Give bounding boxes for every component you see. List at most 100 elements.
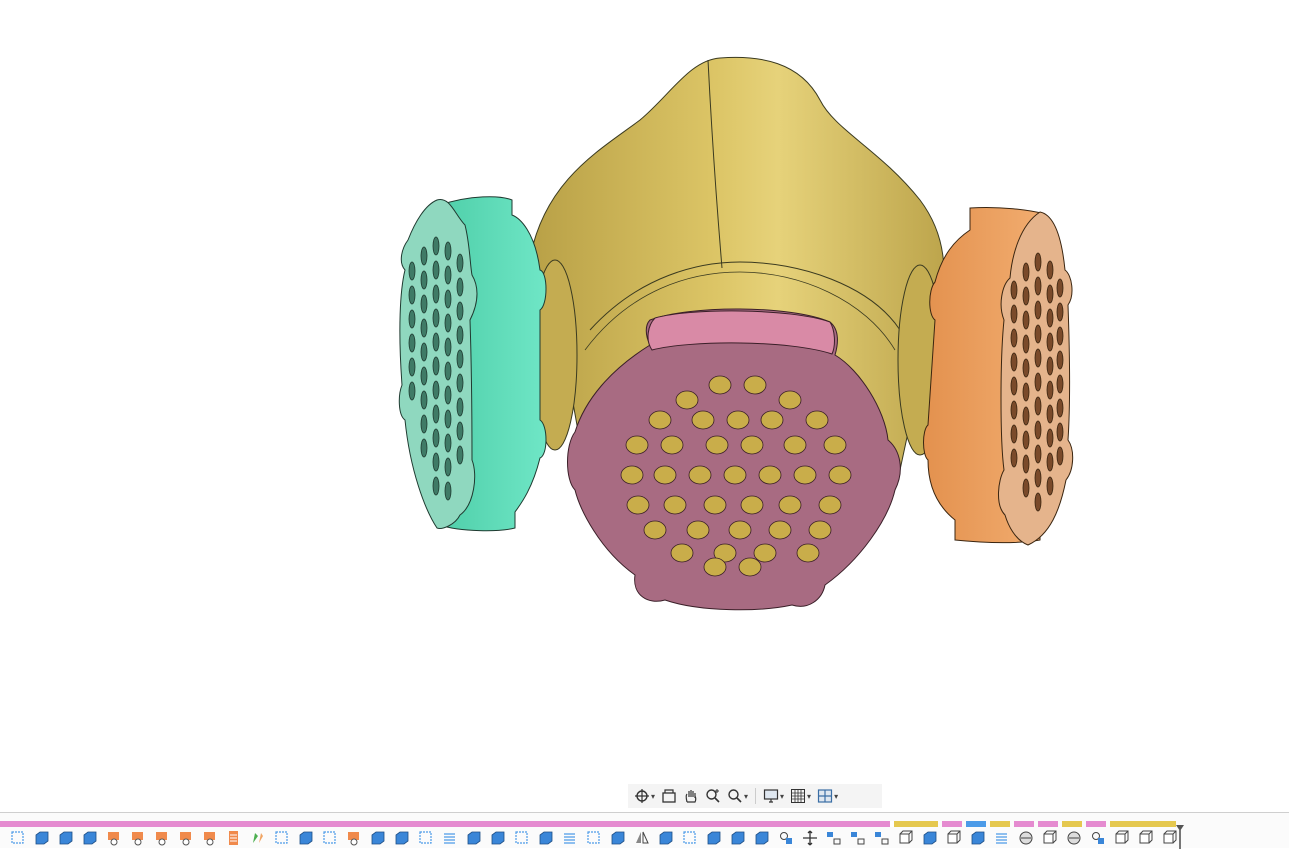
respirator-mask-model[interactable] (0, 0, 1289, 812)
3d-viewport[interactable] (0, 0, 1289, 812)
filter-hole (1056, 398, 1064, 418)
timeline-feature-25[interactable] (582, 829, 606, 847)
fit-button[interactable]: ▾ (725, 786, 750, 806)
viewports-button[interactable]: ▾ (815, 786, 840, 806)
timeline-feature-33[interactable] (774, 829, 798, 847)
hole-icon (156, 832, 167, 846)
filter-hole (1034, 252, 1042, 272)
filter-hole (432, 452, 440, 472)
timeline-feature-31[interactable] (726, 829, 750, 847)
timeline-feature-28[interactable] (654, 829, 678, 847)
display-settings-button[interactable]: ▾ (761, 786, 786, 806)
timeline-feature-40[interactable] (942, 829, 966, 847)
timeline-feature-29[interactable] (678, 829, 702, 847)
timeline-feature-12[interactable] (270, 829, 294, 847)
revolve-icon (108, 832, 119, 846)
timeline-feature-21[interactable] (486, 829, 510, 847)
timeline-feature-14[interactable] (318, 829, 342, 847)
orbit-icon (635, 789, 649, 803)
filter-hole (444, 457, 452, 477)
timeline-feature-10[interactable] (222, 829, 246, 847)
timeline-feature-26[interactable] (606, 829, 630, 847)
plane-icon (59, 831, 73, 845)
timeline-feature-3[interactable] (54, 829, 78, 847)
filter-hole (1034, 324, 1042, 344)
timeline-feature-17[interactable] (390, 829, 414, 847)
zoom-button[interactable] (703, 786, 723, 806)
extrude-icon (395, 831, 409, 845)
timeline-feature-45[interactable] (1062, 829, 1086, 847)
timeline-feature-36[interactable] (846, 829, 870, 847)
extrude-icon (539, 831, 553, 845)
filter-hole (1034, 492, 1042, 512)
filter-hole (408, 261, 416, 281)
timeline-feature-46[interactable] (1086, 829, 1110, 847)
filter-hole (1022, 382, 1030, 402)
filter-hole (1022, 454, 1030, 474)
timeline-feature-8[interactable] (174, 829, 198, 847)
timeline-feature-47[interactable] (1110, 829, 1134, 847)
filter-hole (456, 421, 464, 441)
timeline-feature-39[interactable] (918, 829, 942, 847)
timeline-feature-1[interactable] (6, 829, 30, 847)
timeline-feature-9[interactable] (198, 829, 222, 847)
timeline-group-segment (1014, 821, 1034, 827)
grid-settings-button[interactable]: ▾ (788, 786, 813, 806)
filter-hole (1046, 356, 1054, 376)
timeline-feature-11[interactable] (246, 829, 270, 847)
timeline-feature-30[interactable] (702, 829, 726, 847)
timeline-feature-43[interactable] (1014, 829, 1038, 847)
timeline-feature-37[interactable] (870, 829, 894, 847)
timeline-feature-24[interactable] (558, 829, 582, 847)
filter-hole (432, 380, 440, 400)
combine-icon (923, 831, 937, 845)
sketch-icon (275, 831, 288, 844)
pan-button[interactable] (681, 786, 701, 806)
timeline-feature-32[interactable] (750, 829, 774, 847)
timeline-feature-44[interactable] (1038, 829, 1062, 847)
filter-hole (1056, 350, 1064, 370)
timeline-feature-7[interactable] (150, 829, 174, 847)
filter-hole (1010, 424, 1018, 444)
timeline-feature-5[interactable] (102, 829, 126, 847)
filter-hole (408, 381, 416, 401)
timeline-feature-list (6, 829, 1182, 847)
filter-hole (808, 520, 832, 540)
timeline-feature-34[interactable] (798, 829, 822, 847)
move-icon (803, 830, 817, 846)
timeline-marker-icon[interactable] (1176, 825, 1184, 849)
filter-hole (703, 557, 727, 577)
box-icon (947, 830, 961, 844)
right-filter-cartridge[interactable] (923, 206, 1074, 546)
timeline-feature-15[interactable] (342, 829, 366, 847)
timeline-group-segment (890, 821, 894, 827)
filter-hole (660, 435, 684, 455)
filter-hole (456, 301, 464, 321)
timeline-feature-27[interactable] (630, 829, 654, 847)
filter-hole (420, 294, 428, 314)
timeline-feature-19[interactable] (438, 829, 462, 847)
look-at-button[interactable] (659, 786, 679, 806)
timeline-feature-2[interactable] (30, 829, 54, 847)
sketch-icon (515, 831, 528, 844)
timeline-feature-42[interactable] (990, 829, 1014, 847)
timeline-feature-16[interactable] (366, 829, 390, 847)
timeline-feature-6[interactable] (126, 829, 150, 847)
left-filter-cartridge[interactable] (398, 196, 547, 532)
timeline-feature-4[interactable] (78, 829, 102, 847)
filter-hole (420, 318, 428, 338)
timeline-feature-38[interactable] (894, 829, 918, 847)
timeline-feature-20[interactable] (462, 829, 486, 847)
orbit-button[interactable]: ▾ (632, 786, 657, 806)
timeline-feature-22[interactable] (510, 829, 534, 847)
timeline-feature-41[interactable] (966, 829, 990, 847)
filter-hole (408, 357, 416, 377)
filter-hole (823, 435, 847, 455)
filter-hole (432, 404, 440, 424)
timeline-feature-18[interactable] (414, 829, 438, 847)
timeline-feature-35[interactable] (822, 829, 846, 847)
timeline-feature-23[interactable] (534, 829, 558, 847)
filter-hole (444, 313, 452, 333)
timeline-feature-13[interactable] (294, 829, 318, 847)
timeline-feature-48[interactable] (1134, 829, 1158, 847)
